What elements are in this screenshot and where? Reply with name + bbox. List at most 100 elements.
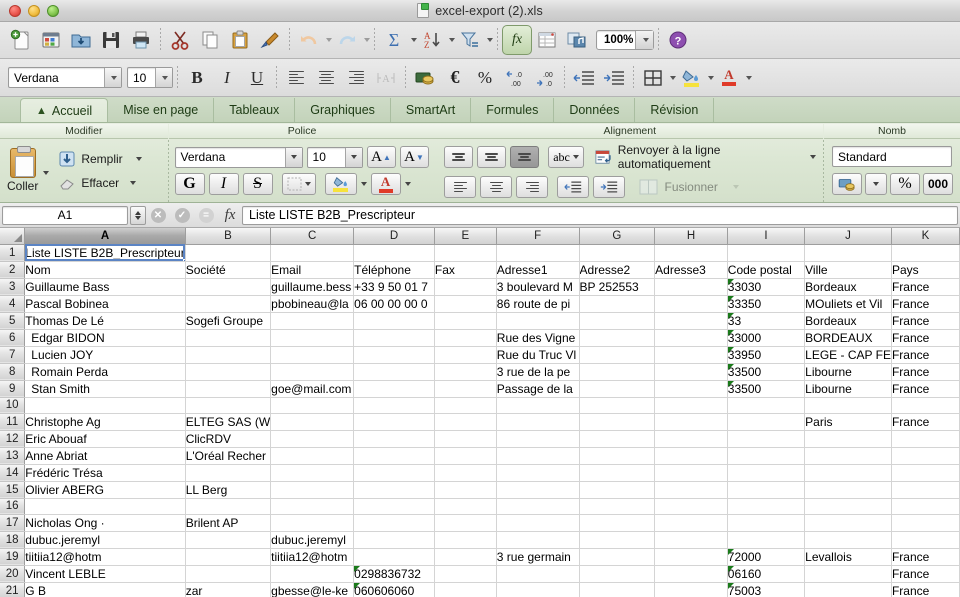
- cell-C7[interactable]: [270, 346, 355, 364]
- ribbon-align-left-button[interactable]: [444, 176, 477, 198]
- column-header-k[interactable]: K: [891, 228, 960, 245]
- row-header-6[interactable]: 6: [0, 329, 26, 347]
- table-row[interactable]: 16: [0, 498, 960, 515]
- align-right-button[interactable]: [341, 63, 371, 93]
- cell-D15[interactable]: [353, 481, 435, 499]
- zoom-button[interactable]: [47, 4, 59, 17]
- cell-I15[interactable]: [727, 481, 806, 499]
- cell-K4[interactable]: France: [891, 295, 960, 313]
- cell-E5[interactable]: [434, 312, 497, 330]
- cell-K11[interactable]: France: [891, 413, 960, 431]
- cell-C6[interactable]: [270, 329, 355, 347]
- table-row[interactable]: 12 Eric Abouaf ClicRDV: [0, 430, 960, 448]
- name-box-stepper[interactable]: [130, 205, 146, 225]
- row-header-11[interactable]: 11: [0, 413, 26, 431]
- fill-caret-icon[interactable]: [135, 156, 142, 161]
- cell-B18[interactable]: [185, 531, 272, 549]
- cell-A19[interactable]: tiitiia12@hotm: [24, 548, 186, 566]
- cell-A7[interactable]: Lucien JOY: [24, 346, 186, 364]
- cell-C4[interactable]: pbobineau@la: [270, 295, 355, 313]
- cell-J20[interactable]: [804, 565, 892, 583]
- cell-D11[interactable]: [353, 413, 435, 431]
- ribbon-font-color-button[interactable]: A: [370, 173, 401, 195]
- help-icon[interactable]: ?: [663, 25, 693, 55]
- font-size-dropdown-icon[interactable]: [155, 68, 172, 87]
- cell-E4[interactable]: [434, 295, 497, 313]
- cell-F18[interactable]: [496, 531, 580, 549]
- cell-A2[interactable]: Nom: [24, 261, 186, 279]
- cell-J19[interactable]: Levallois: [804, 548, 892, 566]
- cell-I7[interactable]: 33950: [727, 346, 806, 364]
- ribbon-increase-indent-button[interactable]: [593, 176, 626, 198]
- cell-D20[interactable]: 0298836732: [353, 565, 435, 583]
- merge-caret-icon[interactable]: [732, 185, 739, 189]
- cell-I9[interactable]: 33500: [727, 380, 806, 398]
- row-header-2[interactable]: 2: [0, 261, 26, 279]
- cell-B12[interactable]: ClicRDV: [185, 430, 272, 448]
- cut-icon[interactable]: [165, 25, 195, 55]
- undo-icon[interactable]: [294, 25, 324, 55]
- cell-B1[interactable]: [185, 244, 272, 262]
- table-row[interactable]: 15 Olivier ABERG LL Berg: [0, 481, 960, 499]
- cell-E21[interactable]: [434, 582, 497, 597]
- cell-H21[interactable]: [654, 582, 728, 597]
- cell-E12[interactable]: [434, 430, 497, 448]
- table-row[interactable]: 14 Frédéric Trésa: [0, 464, 960, 482]
- cell-C16[interactable]: [270, 498, 355, 515]
- cell-E2[interactable]: Fax: [434, 261, 497, 279]
- italic-button[interactable]: I: [212, 63, 242, 93]
- cell-B11[interactable]: ELTEG SAS (W: [185, 413, 272, 431]
- select-all-corner[interactable]: [0, 228, 26, 245]
- cell-D4[interactable]: 06 00 00 00 0: [353, 295, 435, 313]
- cell-H6[interactable]: [654, 329, 728, 347]
- cell-C8[interactable]: [270, 363, 355, 381]
- cell-K6[interactable]: France: [891, 329, 960, 347]
- cell-K17[interactable]: [891, 514, 960, 532]
- ribbon-thousands-button[interactable]: 000: [923, 173, 953, 195]
- cell-C13[interactable]: [270, 447, 355, 465]
- wrap-text-button[interactable]: Renvoyer à la ligne automatiquement: [595, 143, 817, 171]
- ribbon-strikethrough-button[interactable]: S: [242, 173, 273, 195]
- ribbon-fill-color-button[interactable]: [324, 173, 357, 195]
- cell-F11[interactable]: [496, 413, 580, 431]
- ribbon-italic-button[interactable]: I: [208, 173, 239, 195]
- cell-C9[interactable]: goe@mail.com: [270, 380, 355, 398]
- cell-H12[interactable]: [654, 430, 728, 448]
- cell-K10[interactable]: [891, 397, 960, 414]
- cell-A12[interactable]: Eric Abouaf: [24, 430, 186, 448]
- row-header-5[interactable]: 5: [0, 312, 26, 330]
- tab-formules[interactable]: Formules: [471, 98, 555, 122]
- cell-H1[interactable]: [654, 244, 728, 262]
- window-controls[interactable]: [0, 4, 59, 17]
- cell-B7[interactable]: [185, 346, 272, 364]
- cell-B6[interactable]: [185, 329, 272, 347]
- cell-K3[interactable]: France: [891, 278, 960, 296]
- cell-D2[interactable]: Téléphone: [353, 261, 435, 279]
- cell-G9[interactable]: [579, 380, 656, 398]
- sort-icon[interactable]: AZ: [417, 25, 447, 55]
- sheet-view-icon[interactable]: [532, 25, 562, 55]
- copy-icon[interactable]: [195, 25, 225, 55]
- cell-A20[interactable]: Vincent LEBLE: [24, 565, 186, 583]
- cell-I10[interactable]: [727, 397, 806, 414]
- fx-button[interactable]: fx: [218, 203, 242, 228]
- cell-E14[interactable]: [434, 464, 497, 482]
- tab-donnees[interactable]: Données: [554, 98, 636, 122]
- table-row[interactable]: 19 tiitiia12@hotm tiitiia12@hotm 3 rue germ…: [0, 548, 960, 566]
- cell-B19[interactable]: [185, 548, 272, 566]
- cell-H10[interactable]: [654, 397, 728, 414]
- cell-J4[interactable]: MOuliets et Vil: [804, 295, 892, 313]
- row-header-12[interactable]: 12: [0, 430, 26, 448]
- table-row[interactable]: 7 Lucien JOY Rue du Truc Vl 33950 LEGE - CAP…: [0, 346, 960, 364]
- new-from-template-icon[interactable]: [36, 25, 66, 55]
- cell-G17[interactable]: [579, 514, 656, 532]
- ribbon-font-size-dropdown-icon[interactable]: [344, 147, 362, 167]
- cell-C17[interactable]: [270, 514, 355, 532]
- cell-A13[interactable]: Anne Abriat: [24, 447, 186, 465]
- table-row[interactable]: 11 Christophe Ag ELTEG SAS (W Paris France: [0, 413, 960, 431]
- cell-K13[interactable]: [891, 447, 960, 465]
- cell-H11[interactable]: [654, 413, 728, 431]
- cell-F21[interactable]: [496, 582, 580, 597]
- font-size-combo[interactable]: 10: [127, 67, 173, 88]
- cell-H19[interactable]: [654, 548, 728, 566]
